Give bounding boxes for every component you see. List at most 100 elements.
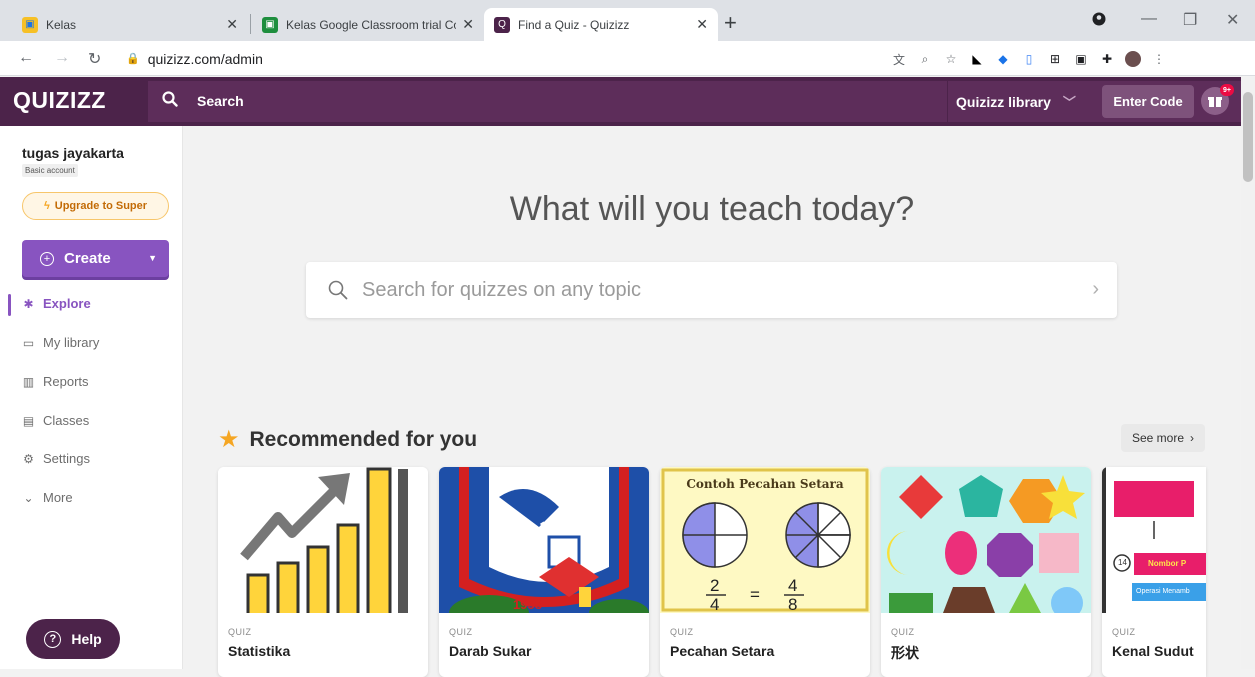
sidebar-item-my-library[interactable]: ▭ My library [22, 335, 100, 350]
back-icon[interactable]: ← [18, 49, 34, 67]
close-icon[interactable]: ✕ [226, 16, 238, 33]
reload-icon[interactable]: ↻ [88, 49, 101, 69]
close-icon[interactable]: ✕ [462, 16, 474, 33]
sidebar-item-label: Reports [43, 374, 89, 389]
tab-title: Kelas [46, 17, 77, 32]
sidebar-item-more[interactable]: ⌄ More [22, 490, 72, 505]
bookmark-star-icon[interactable]: ☆ [943, 51, 959, 67]
quiz-card-pecahan-setara[interactable]: Contoh Pecahan Setara 2 4 = 4 8 QUIZ Pec… [660, 467, 870, 677]
username: tugas jayakarta [22, 145, 124, 161]
plus-circle-icon: + [40, 251, 54, 266]
sidebar-item-label: My library [43, 335, 100, 350]
sidebar-item-explore[interactable]: ✱ Explore [22, 296, 90, 311]
chevron-right-icon[interactable]: › [1092, 278, 1099, 301]
quiz-thumbnail: USAHA JAYA 1958 [439, 467, 649, 613]
library-dropdown[interactable]: Quizizz library ﹀ [947, 81, 1076, 122]
create-button[interactable]: + Create ▼ [22, 240, 169, 277]
sidebar-item-label: Settings [43, 451, 90, 466]
quiz-card-darab-sukar[interactable]: USAHA JAYA 1958 QUIZ Darab Sukar [439, 467, 649, 677]
quiz-type-label: QUIZ [891, 627, 915, 637]
extension-icon[interactable]: ▯ [1021, 51, 1037, 67]
quiz-card-kenal-sudut[interactable]: 14 Nombor P Operasi Menamb QUIZ Kenal Su… [1102, 467, 1206, 677]
help-label: Help [71, 631, 102, 647]
library-dropdown-label: Quizizz library [956, 93, 1051, 110]
header-search-label[interactable]: Search [197, 93, 244, 109]
help-button[interactable]: ? Help [26, 619, 120, 659]
quiz-type-label: QUIZ [670, 627, 694, 637]
browser-tabbar: ▣ Kelas ✕ ▣ Kelas Google Classroom trial… [0, 0, 1255, 41]
zoom-icon[interactable]: ⌕ [917, 51, 933, 67]
quiz-search-input[interactable]: Search for quizzes on any topic › [306, 262, 1117, 318]
classes-icon: ▤ [22, 413, 35, 428]
quiz-title: Pecahan Setara [670, 643, 775, 659]
extensions-puzzle-icon[interactable]: ✚ [1099, 51, 1115, 67]
tab-title: Find a Quiz - Quizizz [518, 17, 630, 32]
browser-tab-quizizz[interactable]: Q Find a Quiz - Quizizz ✕ [484, 8, 718, 41]
header-search-bar[interactable] [148, 81, 1241, 122]
sidebar-item-label: Classes [43, 413, 90, 428]
sidebar-item-settings[interactable]: ⚙ Settings [22, 451, 90, 466]
search-icon [162, 91, 178, 107]
thumbnail-text: Nombor P [1148, 559, 1187, 568]
thumbnail-text: Contoh Pecahan Setara [686, 477, 844, 491]
see-more-label: See more [1131, 431, 1185, 445]
minimize-icon[interactable]: — [1141, 10, 1157, 28]
caret-down-icon[interactable]: ▼ [148, 253, 157, 263]
quiz-thumbnail: 14 Nombor P Operasi Menamb [1102, 467, 1206, 613]
thumbnail-text: 4 [788, 576, 798, 595]
forward-icon[interactable]: → [54, 49, 70, 67]
classroom-icon: ▣ [262, 16, 278, 33]
quizizz-icon: Q [494, 16, 510, 33]
star-icon: ★ [218, 426, 240, 453]
sidebar-item-reports[interactable]: ▥ Reports [22, 374, 89, 389]
quiz-type-label: QUIZ [228, 627, 252, 637]
quiz-card-shapes[interactable]: QUIZ 形状 [881, 467, 1091, 677]
browser-tab-classroom[interactable]: ▣ Kelas Google Classroom trial Cob ✕ [252, 8, 484, 41]
upgrade-button[interactable]: ϟ Upgrade to Super [22, 192, 169, 220]
folder-icon: ▭ [22, 335, 35, 350]
quiz-thumbnail [218, 467, 428, 613]
extension-icon[interactable]: ⊞ [1047, 51, 1063, 67]
avatar[interactable] [1125, 51, 1141, 67]
tab-divider [250, 14, 251, 34]
sidebar-item-classes[interactable]: ▤ Classes [22, 413, 89, 428]
quiz-type-label: QUIZ [449, 627, 473, 637]
active-indicator [8, 294, 11, 316]
quiz-card-statistika[interactable]: QUIZ Statistika [218, 467, 428, 677]
reports-icon: ▥ [22, 374, 35, 389]
profile-icon[interactable] [1092, 12, 1106, 31]
extension-icon[interactable]: ◆ [995, 51, 1011, 67]
new-tab-icon[interactable]: + [724, 10, 737, 36]
window-close-icon[interactable]: ✕ [1226, 10, 1239, 30]
see-more-button[interactable]: See more › [1121, 424, 1205, 452]
restore-icon[interactable]: ❐ [1183, 10, 1197, 30]
thumbnail-text: 14 [1118, 558, 1127, 567]
browser-tab-kelas[interactable]: ▣ Kelas ✕ [12, 8, 248, 41]
extension-icon[interactable]: ◣ [969, 51, 985, 67]
extension-icon[interactable]: ▣ [1073, 51, 1089, 67]
question-icon: ? [44, 630, 62, 648]
quiz-title: Darab Sukar [449, 643, 532, 659]
scrollbar-thumb[interactable] [1243, 92, 1253, 182]
chevron-down-icon: ﹀ [1062, 95, 1076, 110]
quiz-thumbnail [881, 467, 1091, 613]
thumbnail-text: 2 [710, 576, 720, 595]
quizizz-logo[interactable]: QUIZIZZ [13, 87, 106, 114]
sidebar: tugas jayakarta Basic account ϟ Upgrade … [0, 126, 183, 669]
gear-icon: ⚙ [23, 451, 34, 466]
url-input[interactable]: 🔒 quizizz.com/admin [114, 45, 1148, 72]
page-title: What will you teach today? [509, 190, 915, 228]
search-icon [328, 280, 348, 300]
section-title: ★ Recommended for you [218, 425, 477, 454]
quiz-title: Kenal Sudut [1112, 643, 1194, 659]
close-icon[interactable]: ✕ [696, 16, 708, 33]
url-text: quizizz.com/admin [147, 50, 263, 67]
enter-code-button[interactable]: Enter Code [1102, 85, 1194, 118]
section-title-text: Recommended for you [249, 427, 478, 451]
quiz-title: 形状 [891, 645, 919, 661]
menu-icon[interactable]: ⋮ [1151, 51, 1167, 67]
upgrade-label: Upgrade to Super [54, 200, 148, 212]
notification-badge: 9+ [1220, 84, 1234, 96]
quiz-thumbnail: Contoh Pecahan Setara 2 4 = 4 8 [660, 467, 870, 613]
translate-icon[interactable]: 文 [891, 51, 907, 67]
